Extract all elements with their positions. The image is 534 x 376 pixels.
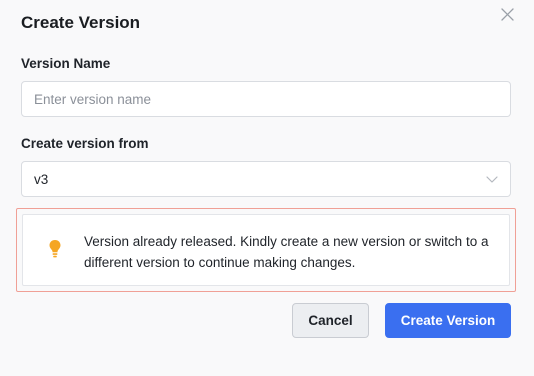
create-version-button[interactable]: Create Version [385,303,511,338]
create-version-dialog: Create Version Version Name Create versi… [0,0,534,376]
create-from-selected-value: v3 [34,171,49,187]
version-released-alert: Version already released. Kindly create … [22,214,510,286]
close-button[interactable] [496,6,518,28]
chevron-down-icon [486,170,498,188]
lightbulb-icon [48,239,62,259]
dialog-title: Create Version [21,13,141,32]
create-from-select[interactable]: v3 [21,161,511,197]
cancel-button[interactable]: Cancel [292,303,369,338]
version-name-label: Version Name [21,56,111,71]
alert-message: Version already released. Kindly create … [84,234,489,270]
version-name-input[interactable] [21,81,511,117]
close-icon [500,8,514,26]
create-from-label: Create version from [21,136,149,151]
